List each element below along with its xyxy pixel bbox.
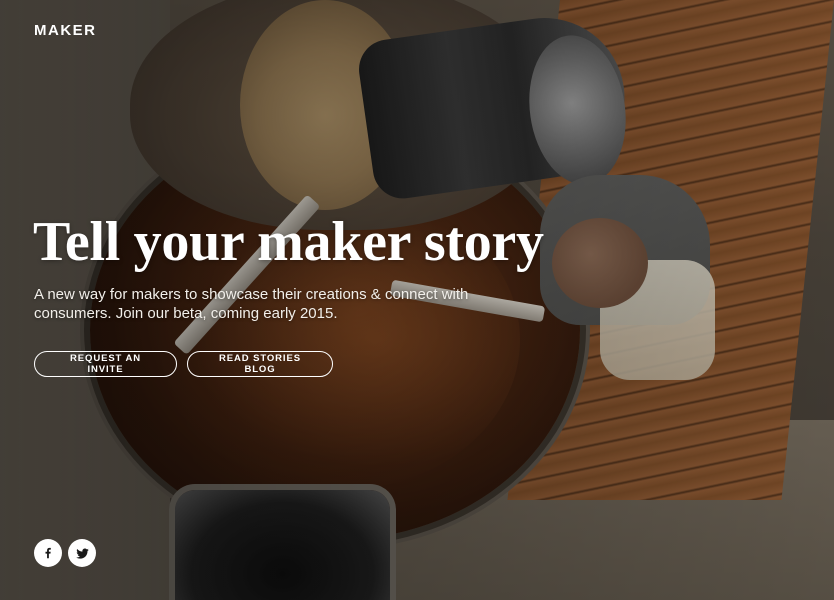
- facebook-link[interactable]: [34, 539, 62, 567]
- hero-actions: REQUEST AN INVITE READ STORIES BLOG: [34, 351, 333, 377]
- read-stories-blog-button[interactable]: READ STORIES BLOG: [187, 351, 333, 377]
- twitter-icon: [75, 548, 89, 559]
- hero-section: MAKER Tell your maker story A new way fo…: [0, 0, 834, 600]
- hero-headline: Tell your maker story: [33, 211, 544, 273]
- facebook-icon: [45, 547, 51, 559]
- hero-subtext: A new way for makers to showcase their c…: [34, 286, 469, 322]
- twitter-link[interactable]: [68, 539, 96, 567]
- brand-logo[interactable]: MAKER: [34, 22, 97, 39]
- social-links: [34, 539, 96, 567]
- request-invite-button[interactable]: REQUEST AN INVITE: [34, 351, 177, 377]
